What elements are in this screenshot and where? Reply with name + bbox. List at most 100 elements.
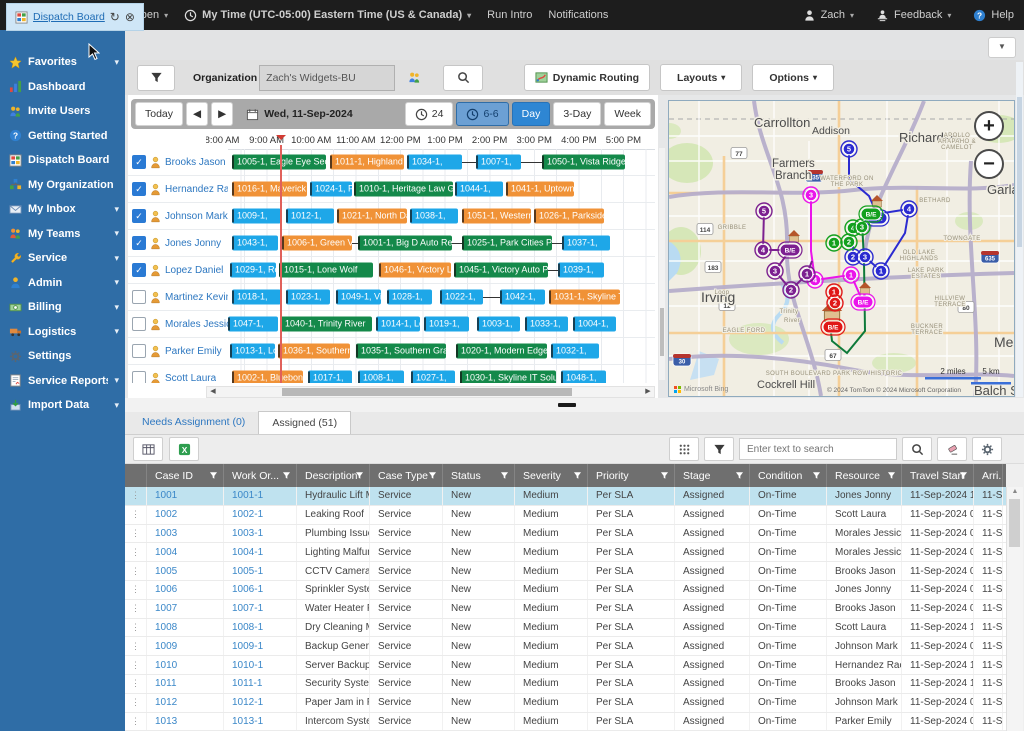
sidebar-item-dashboard[interactable]: Dashboard — [0, 75, 125, 100]
column-filter-icon[interactable] — [735, 471, 744, 483]
row-handle[interactable]: ⋮ — [125, 637, 147, 655]
appointment-bar[interactable]: 1042-1, — [500, 290, 545, 305]
appointment-bar[interactable]: 1007-1, — [476, 155, 521, 170]
splitter-handle[interactable] — [558, 403, 576, 407]
appointment-bar[interactable]: 1023-1, — [286, 290, 330, 305]
column-filter-icon[interactable] — [282, 471, 291, 483]
appointment-bar[interactable]: 1034-1, — [407, 155, 462, 170]
cell-work-or[interactable]: 1010-1 — [224, 656, 297, 674]
row-handle[interactable]: ⋮ — [125, 656, 147, 674]
resources-icon[interactable] — [401, 66, 427, 90]
refresh-icon[interactable]: ↻ — [110, 10, 120, 24]
row-handle[interactable]: ⋮ — [125, 506, 147, 524]
table-row[interactable]: ⋮10031003-1Plumbing IssueServiceNewMediu… — [125, 525, 1006, 544]
close-icon[interactable]: ⊗ — [125, 10, 135, 24]
map-zoom-in-button[interactable]: + — [974, 111, 1004, 141]
resource-name[interactable]: Brooks Jason — [165, 157, 226, 168]
route-stop-marker[interactable]: 1 — [799, 266, 815, 282]
appointment-bar[interactable]: 1033-1, — [525, 317, 568, 332]
resource-name[interactable]: Parker Emily — [165, 346, 222, 357]
appointment-bar[interactable]: 1019-1, — [424, 317, 469, 332]
options-button[interactable]: Options▾ — [752, 64, 834, 91]
map-zoom-out-button[interactable]: − — [974, 149, 1004, 179]
route-stop-marker[interactable]: 3 — [767, 263, 783, 279]
scrollbar-thumb[interactable] — [1017, 97, 1022, 247]
row-handle[interactable]: ⋮ — [125, 675, 147, 693]
appointment-bar[interactable]: 1035-1, Southern Grace — [356, 344, 446, 359]
appointment-bar[interactable]: 1014-1, Lone — [376, 317, 420, 332]
table-row[interactable]: ⋮10071007-1Water Heater Fail...ServiceNe… — [125, 600, 1006, 619]
column-header-condition[interactable]: Condition — [750, 464, 827, 487]
row-handle[interactable]: ⋮ — [125, 713, 147, 731]
cell-case-id[interactable]: 1002 — [147, 506, 224, 524]
resource-name[interactable]: Martinez Kevin — [165, 292, 228, 303]
column-filter-icon[interactable] — [660, 471, 669, 483]
appointment-bar[interactable]: 1050-1, Vista Ridge — [542, 155, 625, 170]
cell-work-or[interactable]: 1001-1 — [224, 487, 297, 505]
cell-case-id[interactable]: 1005 — [147, 562, 224, 580]
appointment-bar[interactable]: 1001-1, Big D Auto Repair, — [358, 236, 452, 251]
tab-dispatch-board[interactable]: Dispatch Board ↻ ⊗ — [6, 3, 144, 31]
column-header-priority[interactable]: Priority — [588, 464, 675, 487]
cell-work-or[interactable]: 1005-1 — [224, 562, 297, 580]
resource-checkbox[interactable]: ✓ — [132, 182, 146, 196]
cell-work-or[interactable]: 1007-1 — [224, 600, 297, 618]
cell-work-or[interactable]: 1013-1 — [224, 713, 297, 731]
cell-case-id[interactable]: 1009 — [147, 637, 224, 655]
scrollbar-thumb[interactable] — [660, 308, 664, 356]
resource-checkbox[interactable]: ✓ — [132, 209, 146, 223]
sidebar-item-service[interactable]: Service▾ — [0, 246, 125, 271]
clear-search-button[interactable] — [937, 437, 967, 461]
cell-work-or[interactable]: 1012-1 — [224, 694, 297, 712]
appointment-bar[interactable]: 1046-1, Victory Lane — [379, 263, 451, 278]
cell-case-id[interactable]: 1007 — [147, 600, 224, 618]
appointment-bar[interactable]: 1015-1, Lone Wolf — [279, 263, 373, 278]
cell-case-id[interactable]: 1008 — [147, 619, 224, 637]
sidebar-item-settings[interactable]: Settings — [0, 344, 125, 369]
appointment-bar[interactable]: 1008-1, — [358, 371, 404, 384]
resource-checkbox[interactable] — [132, 290, 146, 304]
table-row[interactable]: ⋮10021002-1Leaking RoofServiceNewMediumP… — [125, 506, 1006, 525]
cell-case-id[interactable]: 1013 — [147, 713, 224, 731]
route-stop-marker[interactable]: 5 — [756, 203, 772, 219]
column-header-resource[interactable]: Resource — [827, 464, 902, 487]
table-row[interactable]: ⋮10091009-1Backup Generator...ServiceNew… — [125, 637, 1006, 656]
grid-search-input[interactable] — [739, 438, 897, 460]
route-map[interactable]: 5B/E42311243B/E341B/E54B/E31212B/E635771… — [668, 100, 1015, 397]
column-filter-icon[interactable] — [887, 471, 896, 483]
appointment-bar[interactable]: 1025-1, Park Cities Pet Care, — [462, 236, 552, 251]
prev-day-button[interactable]: ◀ — [186, 102, 208, 126]
appointment-bar[interactable]: 1009-1, — [232, 209, 281, 224]
appointment-bar[interactable]: 1045-1, Victory Auto Parts, — [454, 263, 548, 278]
scroll-up-arrow[interactable]: ▲ — [1007, 488, 1023, 495]
schedule-vertical-scrollbar[interactable] — [659, 148, 665, 380]
appointment-bar[interactable]: 1041-1, Uptown — [506, 182, 574, 197]
appointment-bar[interactable]: 1017-1, — [308, 371, 352, 384]
timezone-menu[interactable]: My Time (UTC-05:00) Eastern Time (US & C… — [184, 9, 471, 22]
sidebar-item-dispatch-board[interactable]: Dispatch Board — [0, 148, 125, 173]
appointment-bar[interactable]: 1028-1, — [387, 290, 432, 305]
column-header-case-id[interactable]: Case ID — [147, 464, 224, 487]
table-row[interactable]: ⋮10061006-1Sprinkler System ...ServiceNe… — [125, 581, 1006, 600]
route-stop-marker[interactable]: 1 — [826, 235, 842, 251]
week-view-button[interactable]: Week — [604, 102, 651, 126]
appointment-bar[interactable]: 1004-1, — [573, 317, 616, 332]
appointment-bar[interactable]: 1038-1, — [410, 209, 458, 224]
scrollbar-thumb[interactable] — [1009, 499, 1020, 547]
column-filter-icon[interactable] — [209, 471, 218, 483]
sidebar-item-invite-users[interactable]: Invite Users — [0, 99, 125, 124]
sidebar-item-my-organization[interactable]: My Organization — [0, 173, 125, 198]
column-header-stage[interactable]: Stage — [675, 464, 750, 487]
cell-case-id[interactable]: 1011 — [147, 675, 224, 693]
appointment-bar[interactable]: 1003-1, — [477, 317, 520, 332]
route-stop-marker[interactable]: 5 — [841, 141, 857, 157]
row-handle[interactable]: ⋮ — [125, 562, 147, 580]
scroll-right-arrow[interactable]: ▶ — [642, 387, 654, 397]
column-header-severity[interactable]: Severity — [515, 464, 588, 487]
resource-checkbox[interactable] — [132, 371, 146, 383]
appointment-bar[interactable]: 1018-1, — [232, 290, 281, 305]
cell-work-or[interactable]: 1006-1 — [224, 581, 297, 599]
column-filter-icon[interactable] — [428, 471, 437, 483]
panel-collapse-button[interactable]: ▼ — [988, 37, 1016, 58]
appointment-bar[interactable]: 1005-1, Eagle Eye Security — [232, 155, 326, 170]
